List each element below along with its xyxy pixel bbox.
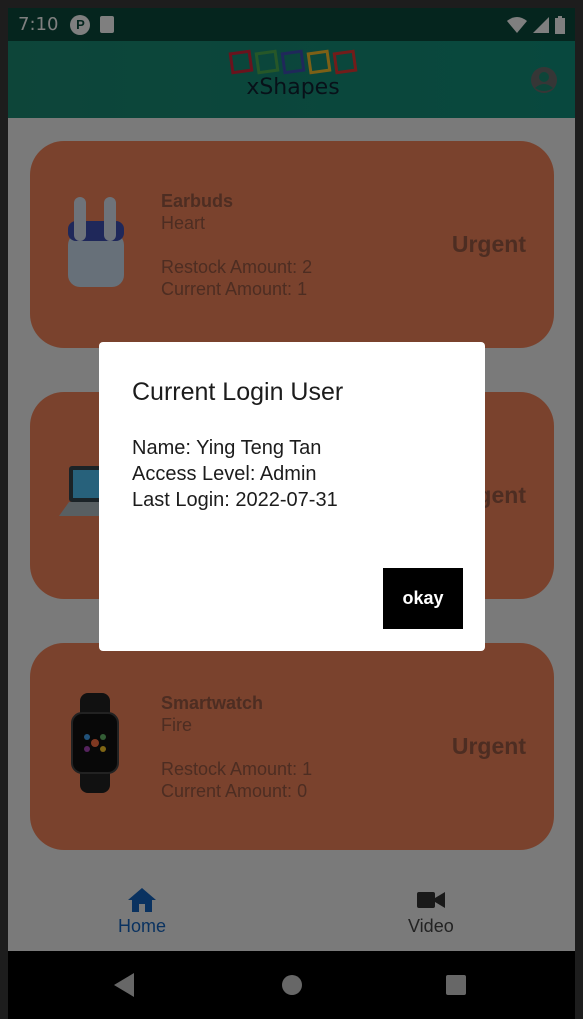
dialog-title: Current Login User bbox=[132, 378, 344, 406]
last-login: Last Login: 2022-07-31 bbox=[132, 489, 338, 511]
okay-button[interactable]: okay bbox=[383, 568, 463, 629]
access-level: Access Level: Admin bbox=[132, 463, 317, 485]
user-name: Name: Ying Teng Tan bbox=[132, 437, 322, 459]
login-user-dialog: Current Login User Name: Ying Teng Tan A… bbox=[99, 342, 485, 651]
